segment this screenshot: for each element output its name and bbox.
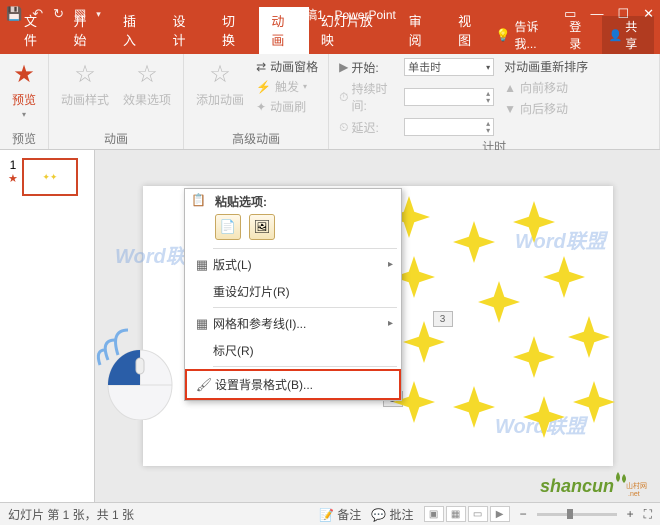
four-point-star-icon bbox=[513, 336, 555, 378]
tab-transitions[interactable]: 切换 bbox=[210, 7, 259, 54]
four-point-star-icon bbox=[403, 321, 445, 363]
context-item-ruler[interactable]: 标尺(R) bbox=[185, 337, 401, 364]
paste-options-label: 粘贴选项: bbox=[185, 189, 401, 212]
slideshow-view-icon[interactable]: ▶ bbox=[490, 506, 510, 522]
brush-icon: ✦ bbox=[256, 100, 266, 114]
ribbon-group-timing: ▶开始: 单击时▾ ⏱持续时间: ▴▾ ⏲延迟: ▴▾ 对动画重新排序 ▲向前移… bbox=[329, 54, 660, 149]
animation-styles-button[interactable]: ☆ 动画样式 bbox=[59, 58, 111, 110]
ribbon-group-animation: ☆ 动画样式 ☆ 效果选项 动画 bbox=[49, 54, 184, 149]
chevron-down-icon: ▾ bbox=[22, 110, 26, 119]
four-point-star-icon bbox=[478, 281, 520, 323]
arrow-down-icon: ▼ bbox=[504, 102, 516, 116]
save-icon[interactable]: 💾 bbox=[6, 6, 22, 22]
notes-icon: 📝 bbox=[319, 508, 334, 522]
four-point-star-icon bbox=[453, 221, 495, 263]
chevron-right-icon: ▸ bbox=[388, 259, 393, 270]
share-icon: 👤 bbox=[608, 29, 622, 42]
reorder-label: 对动画重新排序 bbox=[504, 58, 588, 75]
tab-slideshow[interactable]: 幻灯片放映 bbox=[309, 7, 397, 54]
star-outline-icon: ☆ bbox=[136, 60, 158, 89]
start-select[interactable]: 单击时▾ bbox=[404, 58, 494, 76]
tab-view[interactable]: 视图 bbox=[446, 7, 495, 54]
arrow-up-icon: ▲ bbox=[504, 81, 516, 95]
chevron-right-icon: ▸ bbox=[388, 318, 393, 329]
svg-text:山村网: 山村网 bbox=[626, 481, 647, 490]
layout-icon: ▦ bbox=[191, 257, 213, 273]
context-item-layout[interactable]: ▦ 版式(L) ▸ bbox=[185, 251, 401, 278]
fit-to-window-icon[interactable]: ⛶ bbox=[644, 507, 652, 522]
svg-text:.net: .net bbox=[628, 491, 640, 498]
reading-view-icon[interactable]: ▭ bbox=[468, 506, 488, 522]
animation-painter-button[interactable]: ✦动画刷 bbox=[256, 98, 318, 115]
ribbon-tabs: 文件 开始 插入 设计 切换 动画 幻灯片放映 审阅 视图 💡 告诉我... 登… bbox=[0, 28, 660, 54]
effect-options-button[interactable]: ☆ 效果选项 bbox=[121, 58, 173, 110]
tab-tellme[interactable]: 告诉我... bbox=[515, 18, 560, 52]
star-icon: ★ bbox=[13, 60, 35, 89]
delay-field[interactable]: ▴▾ bbox=[404, 118, 494, 136]
tellme-icon: 💡 bbox=[496, 28, 511, 42]
mouse-illustration bbox=[90, 310, 185, 420]
status-bar: 幻灯片 第 1 张，共 1 张 📝 备注 💬 批注 ▣ ▦ ▭ ▶ − + ⛶ bbox=[0, 502, 660, 525]
svg-text:shancun: shancun bbox=[540, 476, 614, 496]
comments-icon: 💬 bbox=[371, 508, 386, 522]
thumb-preview: ✦✦ bbox=[22, 158, 78, 196]
start-slideshow-icon[interactable]: ▧ bbox=[74, 6, 86, 22]
move-later-button[interactable]: ▼向后移动 bbox=[504, 100, 588, 117]
clock-icon: ⏱ bbox=[339, 90, 348, 105]
chevron-down-icon: ▾ bbox=[486, 63, 490, 72]
paste-keep-source-icon[interactable]: 📄 bbox=[215, 214, 241, 240]
bolt-icon: ⚡ bbox=[256, 80, 271, 94]
four-point-star-icon bbox=[453, 386, 495, 428]
sorter-view-icon[interactable]: ▦ bbox=[446, 506, 466, 522]
add-animation-button[interactable]: ☆ 添加动画 bbox=[194, 58, 246, 110]
star-outline-icon: ☆ bbox=[74, 60, 96, 89]
ribbon: ★ 预览 ▾ 预览 ☆ 动画样式 ☆ 效果选项 动画 ☆ 添加动画 bbox=[0, 54, 660, 150]
play-icon: ▶ bbox=[339, 60, 348, 74]
pane-icon: ⇄ bbox=[256, 60, 266, 74]
four-point-star-icon bbox=[573, 381, 615, 423]
move-earlier-button[interactable]: ▲向前移动 bbox=[504, 79, 588, 96]
clipboard-icon: 📋 bbox=[191, 193, 206, 207]
four-point-star-icon bbox=[513, 201, 555, 243]
animation-indicator-icon: ★ bbox=[8, 172, 18, 185]
qat-dropdown-icon[interactable]: ▾ bbox=[96, 9, 101, 20]
four-point-star-icon bbox=[568, 316, 610, 358]
undo-icon[interactable]: ↶ bbox=[32, 6, 43, 22]
paste-picture-icon[interactable]: 🖼 bbox=[249, 214, 275, 240]
normal-view-icon[interactable]: ▣ bbox=[424, 506, 444, 522]
tab-design[interactable]: 设计 bbox=[160, 7, 209, 54]
slide-thumbnail-1[interactable]: 1 ★ ✦✦ bbox=[8, 158, 86, 196]
redo-icon[interactable]: ↻ bbox=[53, 6, 64, 22]
context-menu: 📋 粘贴选项: 📄 🖼 ▦ 版式(L) ▸ 重设幻灯片(R) ▦ 网格和参考线(… bbox=[184, 188, 402, 401]
trigger-button[interactable]: ⚡触发▾ bbox=[256, 78, 318, 95]
duration-field[interactable]: ▴▾ bbox=[404, 88, 494, 106]
context-item-format-background[interactable]: 🖌 设置背景格式(B)... bbox=[185, 369, 401, 400]
animation-pane-button[interactable]: ⇄动画窗格 bbox=[256, 58, 318, 75]
tab-review[interactable]: 审阅 bbox=[397, 7, 446, 54]
comments-button[interactable]: 💬 批注 bbox=[371, 506, 413, 523]
zoom-out-icon[interactable]: − bbox=[520, 507, 527, 521]
grid-icon: ▦ bbox=[191, 316, 213, 332]
star-plus-icon: ☆ bbox=[209, 60, 231, 89]
slide-thumbnails: 1 ★ ✦✦ bbox=[0, 150, 95, 502]
four-point-star-icon bbox=[523, 396, 565, 438]
ribbon-group-advanced: ☆ 添加动画 ⇄动画窗格 ⚡触发▾ ✦动画刷 高级动画 bbox=[184, 54, 329, 149]
preview-button[interactable]: ★ 预览 ▾ bbox=[10, 58, 38, 121]
tab-insert[interactable]: 插入 bbox=[111, 7, 160, 54]
four-point-star-icon bbox=[543, 256, 585, 298]
shancun-logo: shancun 山村网 .net bbox=[540, 470, 650, 500]
zoom-in-icon[interactable]: + bbox=[627, 507, 634, 521]
context-item-reset[interactable]: 重设幻灯片(R) bbox=[185, 278, 401, 305]
slide-counter: 幻灯片 第 1 张，共 1 张 bbox=[8, 506, 134, 523]
thumb-number: 1 bbox=[10, 158, 17, 172]
notes-button[interactable]: 📝 备注 bbox=[319, 506, 361, 523]
delay-icon: ⏲ bbox=[339, 120, 348, 135]
format-bg-icon: 🖌 bbox=[193, 377, 215, 393]
share-button[interactable]: 👤 共享 bbox=[602, 16, 654, 54]
tab-signin[interactable]: 登录 bbox=[569, 18, 592, 52]
tab-animations[interactable]: 动画 bbox=[259, 7, 308, 54]
context-item-grid[interactable]: ▦ 网格和参考线(I)... ▸ bbox=[185, 310, 401, 337]
ribbon-group-preview: ★ 预览 ▾ 预览 bbox=[0, 54, 49, 149]
zoom-slider[interactable] bbox=[537, 513, 617, 516]
